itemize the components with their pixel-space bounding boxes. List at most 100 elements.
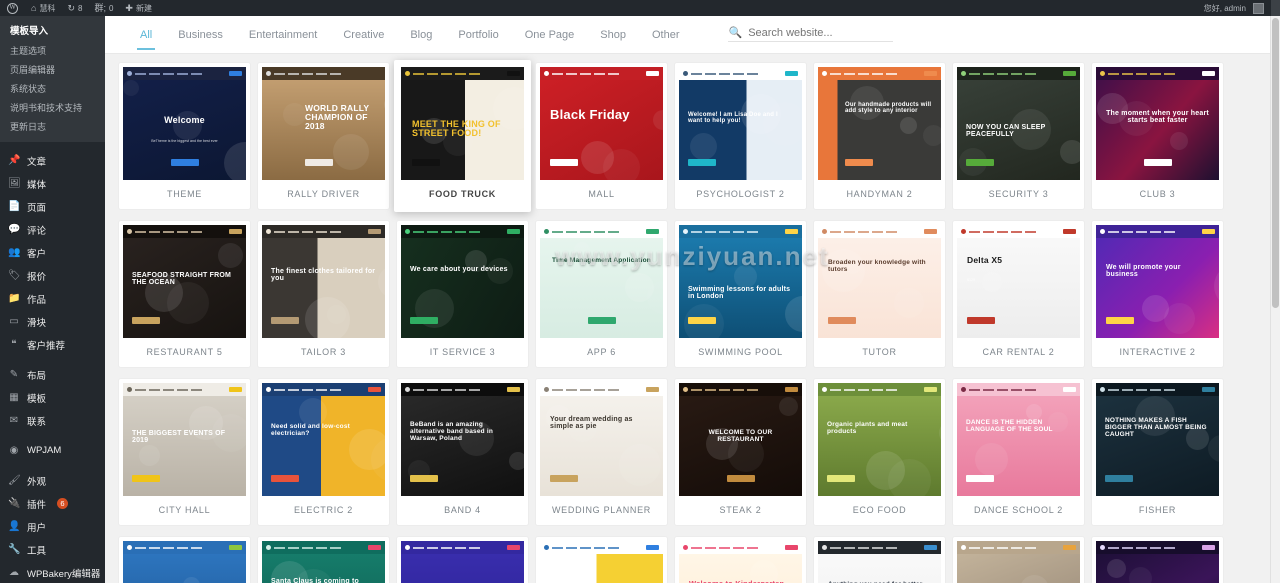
template-name: DANCE SCHOOL 2 [957, 496, 1080, 525]
template-card[interactable]: Santa Claus is coming to townCHRISTMAS [258, 537, 389, 583]
template-card[interactable]: THE BIGGEST EVENTS OF 2019CITY HALL [119, 379, 250, 525]
sidebar-subitem-1[interactable]: 页眉编辑器 [0, 60, 105, 79]
template-card[interactable]: Time Management ApplicationAPP 6 [536, 221, 667, 367]
sidebar-subitem-0[interactable]: 主题选项 [0, 41, 105, 60]
sidebar-item-媒体[interactable]: 🖼媒体 [0, 172, 105, 195]
search-box[interactable]: 🔍 [728, 27, 893, 42]
template-card[interactable]: Your dream wedding as simple as pieWEDDI… [536, 379, 667, 525]
tab-shop[interactable]: Shop [587, 19, 639, 50]
sidebar-item-联系[interactable]: ✉联系 [0, 409, 105, 432]
page-scrollbar-thumb[interactable] [1272, 18, 1279, 308]
template-card[interactable]: WelcomeBeTheme is the biggest and the be… [119, 63, 250, 209]
thumbnail-nav-button [507, 71, 520, 76]
search-input[interactable] [748, 27, 888, 39]
sidebar-item-页面[interactable]: 📄页面 [0, 195, 105, 218]
template-card[interactable]: We care about your devicesIT SERVICE 3 [397, 221, 528, 367]
sidebar-item-客户[interactable]: 👥客户 [0, 241, 105, 264]
thumbnail-cta-button [588, 317, 616, 324]
thumbnail-logo-icon [405, 229, 410, 234]
sidebar-item-用户[interactable]: 👤用户 [0, 515, 105, 538]
sidebar-subitem-2[interactable]: 系统状态 [0, 79, 105, 98]
tab-blog[interactable]: Blog [397, 19, 445, 50]
sidebar-item-label: 用户 [27, 520, 46, 534]
template-card[interactable]: Broaden your knowledge with tutorsTUTOR [814, 221, 945, 367]
template-card[interactable]: BeBand is an amazing alternative band ba… [397, 379, 528, 525]
template-card[interactable]: Welcome to KindergartenKINDERGARTEN [675, 537, 806, 583]
template-card[interactable]: Horse riding lessons for everyoneHORSE R… [953, 537, 1084, 583]
thumbnail-nav-link [858, 389, 869, 391]
template-card[interactable]: The finest clothes tailored for youTAILO… [258, 221, 389, 367]
template-card[interactable]: Hello, have a nice day!LANGUAGE SCHOOL [397, 537, 528, 583]
sidebar-item-布局[interactable]: ✎布局 [0, 363, 105, 386]
template-card[interactable]: Black FridayMALL [536, 63, 667, 209]
template-card[interactable]: Welcome! I am Lisa Doe and I want to hel… [675, 63, 806, 209]
sidebar-item-模板[interactable]: ▦模板 [0, 386, 105, 409]
template-grid-scroll[interactable]: WelcomeBeTheme is the biggest and the be… [105, 54, 1280, 583]
template-card[interactable]: Make spaces for better livingSPACE DESIG… [536, 537, 667, 583]
thumbnail-hero: AFFORDABLE ENERGY AT YOUR DOORSTEP [123, 554, 246, 583]
template-card[interactable]: SEAFOOD STRAIGHT FROM THE OCEANRESTAURAN… [119, 221, 250, 367]
template-card[interactable]: Organic plants and meat productsECO FOOD [814, 379, 945, 525]
template-card[interactable]: Delta X5$129CAR RENTAL 2 [953, 221, 1084, 367]
sidebar-item-外观[interactable]: 🖌外观 [0, 469, 105, 492]
template-card[interactable]: Need solid and low-cost electrician?ELEC… [258, 379, 389, 525]
thumbnail-hero: Hello, have a nice day! [401, 554, 524, 583]
thumbnail-nav-button [646, 71, 659, 76]
clients-icon: 👥 [8, 248, 20, 258]
wordpress-logo-menu[interactable] [0, 0, 25, 16]
sidebar-subitem-3[interactable]: 说明书和技术支持 [0, 98, 105, 117]
template-card[interactable]: Our handmade products will add style to … [814, 63, 945, 209]
thumbnail-nav-link [566, 73, 577, 75]
template-card[interactable]: NOW YOU CAN SLEEP PEACEFULLYSECURITY 3 [953, 63, 1084, 209]
template-card[interactable]: We will promote your businessINTERACTIVE… [1092, 221, 1223, 367]
sidebar-item-报价[interactable]: 🏷报价 [0, 264, 105, 287]
thumbnail-nav-link [413, 73, 424, 75]
tab-all[interactable]: All [127, 19, 165, 50]
template-card[interactable]: The moment when your heart starts beat f… [1092, 63, 1223, 209]
thumbnail-decoration [866, 451, 905, 490]
submenu-heading[interactable]: 模板导入 [0, 20, 105, 41]
account-menu[interactable]: 您好, admin [1198, 0, 1270, 16]
template-card[interactable]: Anything you need for better 3D printing… [814, 537, 945, 583]
tab-creative[interactable]: Creative [330, 19, 397, 50]
template-card[interactable]: MEET THE KING OF STREET FOOD!FOOD TRUCK [394, 60, 531, 212]
thumbnail-logo-icon [266, 387, 271, 392]
tab-business[interactable]: Business [165, 19, 236, 50]
sidebar-item-WPJAM[interactable]: ◉WPJAM [0, 439, 105, 462]
sidebar-item-作品[interactable]: 📁作品 [0, 287, 105, 310]
template-card[interactable]: Swimming lessons for adults in LondonSWI… [675, 221, 806, 367]
page-scrollbar[interactable] [1270, 16, 1280, 583]
updates-menu[interactable]: ↻ 8 [61, 0, 88, 16]
thumbnail-nav-link [844, 231, 855, 233]
template-card[interactable]: WELCOME TO OUR RESTAURANTSTEAK 2 [675, 379, 806, 525]
template-card[interactable]: DANCE IS THE HIDDEN LANGUAGE OF THE SOUL… [953, 379, 1084, 525]
comments-menu[interactable]: 群; 0 [88, 0, 119, 16]
template-card[interactable]: NOTHING MAKES A FISH BIGGER THAN ALMOST … [1092, 379, 1223, 525]
sidebar-item-文章[interactable]: 📌 文章 [0, 149, 105, 172]
sidebar-item-客户推荐[interactable]: ❝客户推荐 [0, 333, 105, 356]
thumbnail-nav-link [149, 73, 160, 75]
thumbnail-hero: WelcomeBeTheme is the biggest and the be… [123, 80, 246, 180]
howdy-label: 您好, admin [1204, 3, 1246, 14]
sidebar-item-label: 文章 [27, 154, 46, 168]
tab-portfolio[interactable]: Portfolio [445, 19, 511, 50]
template-thumbnail: Organic plants and meat products [818, 383, 941, 496]
new-content-menu[interactable]: ✚ 新建 [119, 0, 158, 16]
site-name-menu[interactable]: ⌂ 慧科 [25, 0, 61, 16]
template-card[interactable]: AFFORDABLE ENERGY AT YOUR DOORSTEPSOLAR … [119, 537, 250, 583]
template-card[interactable]: WORLD RALLY CHAMPION OF 2018RALLY DRIVER [258, 63, 389, 209]
tab-one-page[interactable]: One Page [512, 19, 588, 50]
sidebar-item-工具[interactable]: 🔧工具 [0, 538, 105, 561]
sidebar-item-插件[interactable]: 🔌插件6 [0, 492, 105, 515]
template-card[interactable]: 2020 Let's celebrate New Year's DayNEW Y… [1092, 537, 1223, 583]
sidebar-item-滑块[interactable]: ▭滑块 [0, 310, 105, 333]
thumbnail-nav-button [1063, 545, 1076, 550]
sidebar-item-评论[interactable]: 💬评论 [0, 218, 105, 241]
thumbnail-logo-icon [822, 229, 827, 234]
tab-entertainment[interactable]: Entertainment [236, 19, 330, 50]
tab-other[interactable]: Other [639, 19, 693, 50]
sidebar-item-WPBakery编辑器[interactable]: ☁WPBakery编辑器 [0, 561, 105, 583]
pin-icon: 📌 [8, 156, 20, 166]
thumbnail-nav-button [368, 229, 381, 234]
sidebar-subitem-4[interactable]: 更新日志 [0, 117, 105, 136]
